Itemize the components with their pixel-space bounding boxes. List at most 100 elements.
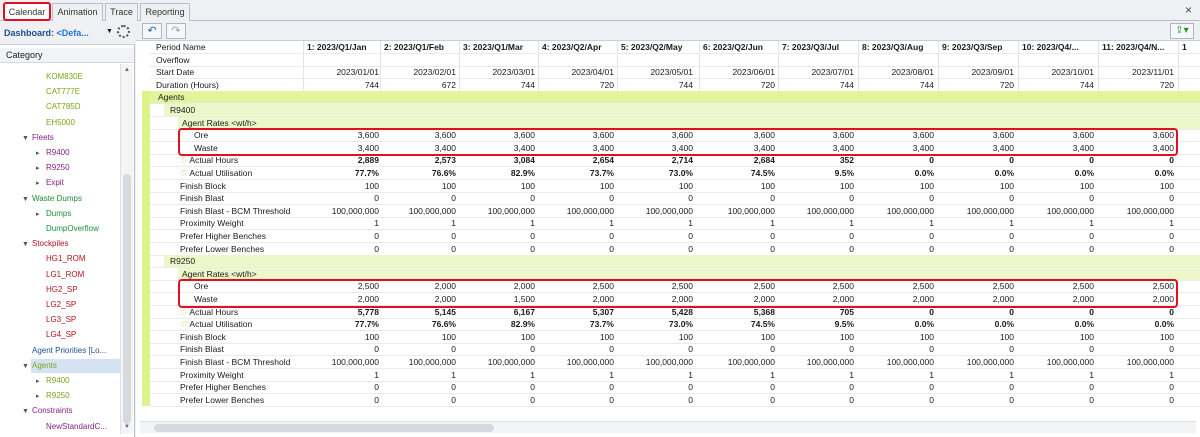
redo-icon[interactable]: ↷	[166, 23, 186, 39]
export-icon[interactable]: ⇪▾	[1170, 23, 1194, 39]
undo-icon[interactable]: ↶	[142, 23, 162, 39]
scroll-up-icon[interactable]: ▲	[124, 67, 130, 73]
rates-highlight-box	[178, 128, 1178, 157]
tree-item[interactable]: ▸ R9400	[36, 146, 70, 160]
calendar-grid: Period Name 1: 2023/Q1/Jan 2: 2023/Q1/Feb 3…	[136, 41, 1200, 437]
tree-item[interactable]: HG1_ROM	[36, 252, 86, 266]
tree-item[interactable]: ▼ Waste Dumps	[22, 192, 82, 206]
tree-item[interactable]: ▼ Constraints	[22, 404, 72, 418]
tree-item[interactable]: ▸ R9250	[36, 389, 70, 403]
left-scrollbar[interactable]: ▲ ▼	[120, 64, 133, 434]
tree-item[interactable]: LG3_SP	[36, 313, 76, 327]
row-label-text: Actual Hours	[189, 306, 239, 317]
row-label-text: Period Name	[156, 42, 206, 52]
row-label-text: Proximity Weight	[180, 369, 244, 380]
actual-utilisation-row: ♡ Actual Utilisation 77.7% 76.6% 82.9% 73.7%…	[136, 318, 1200, 332]
expand-icon[interactable]: ▸	[36, 177, 46, 191]
agent-group-row: R9400	[136, 104, 1200, 117]
tab-reporting[interactable]: Reporting	[140, 3, 190, 21]
tree-item[interactable]: ▼ Stockpiles	[22, 237, 68, 251]
tree-item[interactable]: DumpOverflow	[36, 222, 99, 236]
tree-item[interactable]: LG1_ROM	[36, 268, 84, 282]
dashboard-value[interactable]: <Defa...	[57, 28, 89, 38]
tree-item[interactable]: ▸ R9250	[36, 161, 70, 175]
tree-item-label: CAT777E	[46, 87, 81, 97]
column-separator	[380, 41, 381, 95]
collapse-icon[interactable]: ▼	[22, 193, 32, 207]
close-icon[interactable]: ×	[1185, 3, 1192, 17]
grid-toolbar: ↶ ↷ ⇪▾	[136, 21, 1200, 41]
warning-icon: ♡	[180, 169, 190, 178]
horizontal-scroll-thumb[interactable]	[154, 424, 494, 432]
tree-item[interactable]: ▸ Expit	[36, 176, 64, 190]
row-label-text: Start Date	[156, 67, 195, 78]
dashboard-label: Dashboard: <Defa...	[4, 28, 89, 38]
tree-item[interactable]: ▼ Agents	[22, 359, 57, 373]
row-label-text: Finish Blast - BCM Threshold	[180, 357, 291, 367]
expand-icon[interactable]: ▸	[36, 162, 46, 176]
gear-icon[interactable]	[117, 25, 130, 38]
actual-hours-row: ♡ Actual Hours 5,778 5,145 6,167 5,307 5,428 5…	[136, 306, 1200, 319]
row-label-text: Finish Blast	[180, 193, 224, 204]
tree-item[interactable]: CAT777E	[36, 85, 80, 99]
tree-item[interactable]: LG4_SP	[36, 328, 76, 342]
expand-icon[interactable]: ▸	[36, 147, 46, 161]
dropdown-arrow-icon[interactable]: ▼	[106, 28, 113, 35]
tree-item-label: LG4_SP	[46, 330, 77, 340]
row-label-text: Agent Rates <wt/h>	[182, 117, 257, 128]
expand-icon[interactable]: ▸	[36, 390, 46, 404]
bcm-threshold-row: Finish Blast - BCM Threshold 100,000,000 1…	[136, 356, 1200, 369]
tree-item-label: NewStandardC...	[46, 421, 107, 431]
row-label-text: Agent Rates <wt/h>	[182, 268, 257, 279]
tree-item[interactable]: EH5000	[36, 116, 75, 130]
tree-item[interactable]: ▸ Dumps	[36, 207, 71, 221]
column-separator	[858, 41, 859, 95]
dashboard-selector[interactable]: Dashboard: <Defa... ▼	[0, 21, 135, 45]
row-label-text: Finish Block	[180, 331, 226, 342]
prefer-higher-row: Prefer Higher Benches 0 0 0 0 0 0 0 0 0 0 0	[136, 381, 1200, 395]
collapse-icon[interactable]: ▼	[22, 132, 32, 146]
collapse-icon[interactable]: ▼	[22, 238, 32, 252]
row-divider	[150, 405, 1200, 407]
tree-item-label: Agent Priorities [Lo...	[32, 345, 107, 355]
tree-item-label: EH5000	[46, 117, 75, 127]
proximity-weight-row: Proximity Weight 1 1 1 1 1 1 1 1 1 1 1	[136, 217, 1200, 231]
expand-icon[interactable]: ▸	[36, 208, 46, 222]
tree-item[interactable]: ▼ Fleets	[22, 131, 54, 145]
row-label-text: Finish Blast - BCM Threshold	[180, 205, 291, 216]
tree-item-label: HG2_SP	[46, 284, 78, 294]
column-separator	[617, 41, 618, 95]
tab-animation[interactable]: Animation	[52, 3, 103, 21]
tree-item[interactable]: Agent Priorities [Lo...	[22, 344, 106, 358]
tree-item-label: Agents	[32, 360, 57, 370]
left-panel: Dashboard: <Defa... ▼ Category KOM830E CA…	[0, 21, 135, 437]
category-tree: KOM830E CAT777E CAT785D EH5000 ▼ Fleets ▸ R9400…	[0, 64, 120, 434]
tree-item-label: LG2_SP	[46, 300, 77, 309]
tree-item-label: Constraints	[32, 406, 73, 416]
collapse-icon[interactable]: ▼	[22, 360, 32, 374]
proximity-weight-row: Proximity Weight 1 1 1 1 1 1 1 1 1 1 1	[136, 369, 1200, 382]
header-row: Period Name 1: 2023/Q1/Jan 2: 2023/Q1/Feb 3…	[136, 41, 1200, 54]
tree-item[interactable]: LG2_SP	[36, 298, 76, 312]
row-label-text: Overflow	[156, 54, 190, 65]
tree-item[interactable]: ▸ R9400	[36, 374, 70, 388]
column-separator	[538, 41, 539, 95]
horizontal-scrollbar[interactable]	[140, 421, 1196, 433]
actual-utilisation-row: ♡ Actual Utilisation 77.7% 76.6% 82.9% 73.7%…	[136, 167, 1200, 180]
tree-item-label: R9400	[46, 148, 70, 157]
agents-group-row: Agents	[136, 91, 1200, 105]
warning-icon: ♡	[180, 320, 190, 330]
collapse-icon[interactable]: ▼	[22, 405, 32, 419]
row-label-text: R9400	[170, 105, 196, 115]
tab-trace[interactable]: Trace	[105, 3, 138, 21]
expand-icon[interactable]: ▸	[36, 375, 46, 389]
rates-highlight-box	[178, 279, 1178, 308]
actual-hours-row: ♡ Actual Hours 2,889 2,573 3,084 2,654 2,714 2…	[136, 154, 1200, 168]
tree-item[interactable]: HG2_SP	[36, 283, 78, 297]
tree-item[interactable]: NewStandardC...	[36, 420, 107, 434]
scroll-down-icon[interactable]: ▼	[124, 424, 130, 430]
tab-bar: Calendar Animation Trace Reporting ×	[0, 0, 1200, 22]
tree-item[interactable]: KOM830E	[36, 70, 83, 84]
left-scroll-thumb[interactable]	[123, 174, 131, 424]
tree-item[interactable]: CAT785D	[36, 100, 81, 114]
